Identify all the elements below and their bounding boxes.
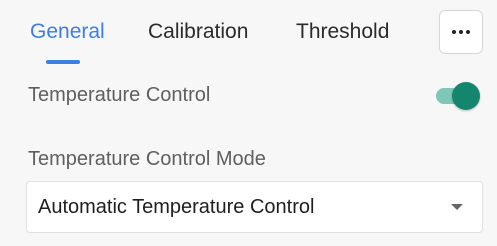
tab-bar: General Calibration Threshold [0,0,497,70]
toggle-thumb [452,82,480,110]
tab-general[interactable]: General [30,20,105,44]
tab-threshold[interactable]: Threshold [296,20,389,44]
temperature-control-toggle[interactable] [436,82,480,110]
chevron-down-icon [451,204,463,210]
tab-calibration[interactable]: Calibration [148,20,248,44]
temperature-control-mode-select[interactable]: Automatic Temperature Control [26,181,483,233]
temperature-control-mode-label: Temperature Control Mode [28,148,266,170]
more-options-button[interactable] [439,10,483,54]
temperature-control-label: Temperature Control [28,84,211,106]
active-tab-indicator [46,60,80,64]
more-horizontal-icon [452,30,470,34]
selected-mode-value: Automatic Temperature Control [38,196,315,218]
